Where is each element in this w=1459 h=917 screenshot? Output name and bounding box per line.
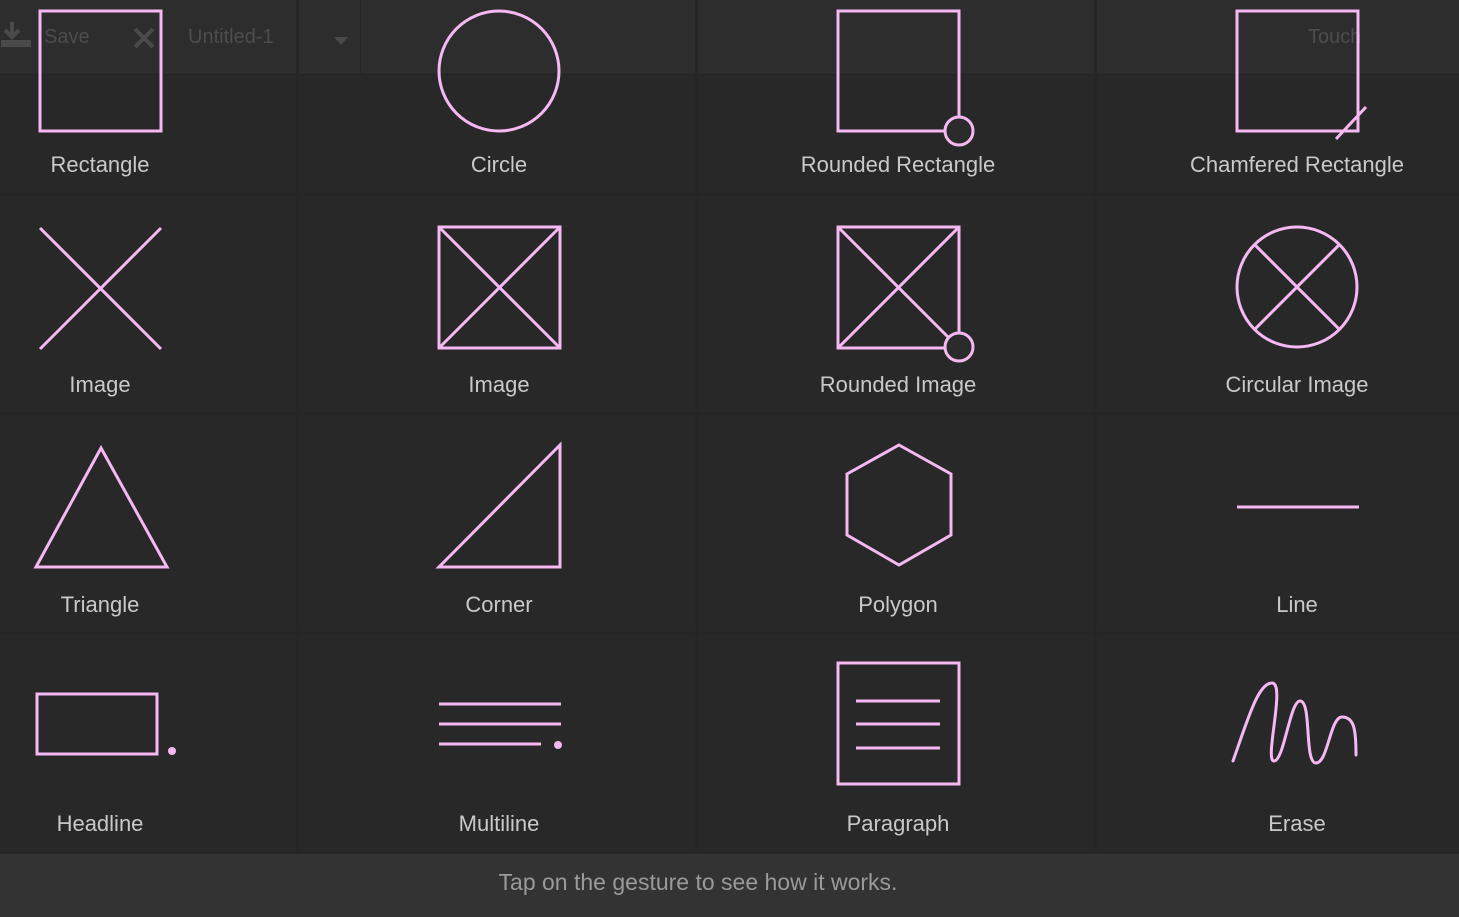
gesture-cell-rectangle[interactable]: Rectangle: [0, 0, 299, 196]
gesture-label: Rounded Rectangle: [800, 152, 996, 177]
gesture-cell-multiline[interactable]: Multiline: [299, 634, 698, 854]
gesture-cell-polygon[interactable]: Polygon: [698, 415, 1097, 634]
gesture-cell-corner[interactable]: Corner: [299, 415, 698, 634]
gesture-help-overlay: Save Untitled-1 Touch Rectangle Circle R…: [0, 0, 1459, 917]
gesture-label: Corner: [465, 592, 533, 617]
gesture-cell-rounded-rectangle[interactable]: Rounded Rectangle: [698, 0, 1097, 196]
gesture-label: Chamfered Rectangle: [1189, 152, 1404, 177]
gesture-label: Multiline: [458, 811, 540, 836]
gesture-cell-triangle[interactable]: Triangle: [0, 415, 299, 634]
x-image-gesture-icon: [38, 226, 163, 351]
gesture-label: Triangle: [60, 592, 140, 617]
gesture-label: Rounded Image: [819, 372, 977, 397]
polygon-gesture-icon: [845, 443, 953, 567]
gesture-cell-circular-image[interactable]: Circular Image: [1097, 196, 1459, 415]
erase-gesture-icon: [1231, 681, 1358, 765]
gesture-label: Erase: [1268, 811, 1326, 836]
gesture-cell-line[interactable]: Line: [1097, 415, 1459, 634]
rounded-image-gesture-icon: [836, 225, 975, 363]
line-gesture-icon: [1237, 505, 1359, 509]
gesture-cell-paragraph[interactable]: Paragraph: [698, 634, 1097, 854]
gesture-cell-erase[interactable]: Erase: [1097, 634, 1459, 854]
hint-text: Tap on the gesture to see how it works.: [498, 869, 898, 895]
gesture-label: Circle: [470, 152, 528, 177]
gesture-cell-rounded-image[interactable]: Rounded Image: [698, 196, 1097, 415]
chamfered-rectangle-gesture-icon: [1235, 9, 1368, 141]
gesture-cell-headline[interactable]: Headline: [0, 634, 299, 854]
gesture-cell-chamfered-rectangle[interactable]: Chamfered Rectangle: [1097, 0, 1459, 196]
circular-image-gesture-icon: [1235, 225, 1359, 349]
headline-gesture-icon: [35, 692, 176, 756]
multiline-gesture-icon: [439, 702, 562, 749]
gesture-cell-boxed-image[interactable]: Image: [299, 196, 698, 415]
boxed-x-image-gesture-icon: [437, 225, 562, 350]
gesture-label: Paragraph: [846, 811, 950, 836]
gesture-cell-circle[interactable]: Circle: [299, 0, 698, 196]
gesture-cell-image[interactable]: Image: [0, 196, 299, 415]
triangle-gesture-icon: [33, 444, 170, 569]
gesture-grid: Rectangle Circle Rounded Rectangle Chamf…: [0, 0, 1459, 854]
gesture-label: Rectangle: [50, 152, 150, 177]
rectangle-gesture-icon: [38, 9, 163, 133]
corner-gesture-icon: [435, 441, 562, 569]
gesture-label: Polygon: [858, 592, 938, 617]
gesture-label: Line: [1276, 592, 1318, 617]
gesture-label: Headline: [56, 811, 144, 836]
circle-gesture-icon: [437, 9, 561, 133]
gesture-label: Image: [468, 372, 530, 397]
hint-bar: Tap on the gesture to see how it works.: [0, 854, 1459, 917]
gesture-label: Image: [69, 372, 131, 397]
rounded-rectangle-gesture-icon: [836, 9, 975, 147]
paragraph-gesture-icon: [836, 661, 961, 786]
gesture-label: Circular Image: [1225, 372, 1369, 397]
